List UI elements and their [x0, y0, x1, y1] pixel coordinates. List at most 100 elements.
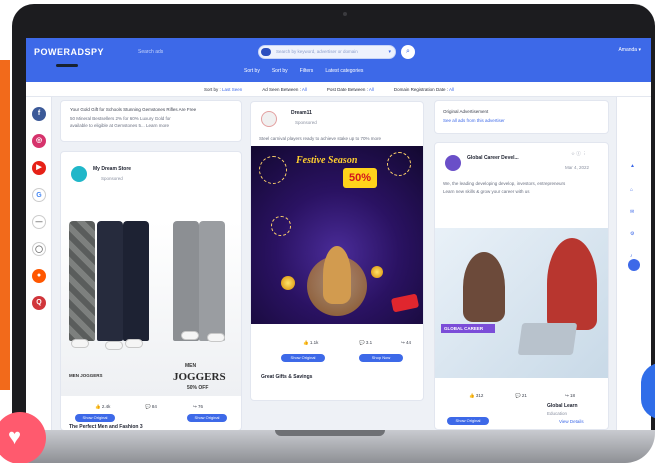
top-search-hint: Search ads — [138, 49, 164, 55]
ad-text: available to eligible at Gemstones 5... … — [70, 123, 170, 128]
promo-discount: 50% — [343, 168, 377, 188]
ad-title: Original Advertisement — [443, 109, 489, 114]
advertiser-avatar[interactable] — [71, 166, 87, 182]
stat-comments: 💬 3.1 — [359, 340, 373, 345]
youtube-icon[interactable]: ▶ — [32, 161, 46, 175]
ad-image-office[interactable]: GLOBAL CAREER — [435, 228, 608, 378]
show-original-button[interactable]: Show Original — [447, 417, 489, 425]
ad-card-game[interactable]: Dream11 Sponsored Steel carnival players… — [250, 101, 424, 401]
filter-ad-seen[interactable]: Ad Seen Between : All — [262, 87, 307, 92]
ad-card[interactable]: Original Advertisement See all ads from … — [434, 100, 609, 134]
banner-offer: 50% OFF — [187, 385, 209, 391]
laptop-image — [517, 323, 578, 355]
heart-icon: ♥ — [8, 424, 22, 449]
woman-figure — [463, 252, 505, 322]
ad-card-office[interactable]: Global Career Devel... Mar 4, 2022 ☆ ⓘ ⋮… — [434, 142, 609, 430]
ad-caption: Steel carnival players ready to achieve … — [259, 136, 382, 141]
stat-shares: ↪ 18 — [565, 393, 576, 398]
bookmark-icon[interactable]: ☆ ⓘ ⋮ — [571, 151, 587, 157]
search-icon[interactable]: ⌕ — [401, 45, 415, 59]
filter-domain-date[interactable]: Domain Registration Date : All — [394, 87, 454, 92]
ad-text: We, the leading developing develop, inve… — [443, 181, 566, 186]
character-figure — [323, 246, 351, 304]
ad-image-joggers[interactable]: MEN JOGGERS MEN JOGGERS 50% OFF — [61, 221, 241, 396]
man-figure — [547, 238, 597, 330]
sponsored-label: Sponsored — [101, 176, 123, 181]
settings-icon[interactable]: ⚙ — [630, 231, 634, 237]
top-menu-item[interactable]: Sort by — [272, 68, 288, 74]
reddit-icon[interactable]: ● — [32, 269, 46, 283]
account-menu[interactable]: Amanda ▾ — [618, 47, 641, 53]
instagram-icon[interactable]: ◎ — [32, 134, 46, 148]
advertiser-link[interactable]: See all ads from this advertiser — [443, 118, 505, 123]
ad-text: Learn new skills & grow your career with… — [443, 189, 530, 194]
google-icon[interactable]: G — [32, 188, 46, 202]
shoe — [125, 339, 143, 348]
decorative-orange-strip — [0, 60, 10, 390]
camo-joggers — [69, 221, 95, 341]
show-original-button[interactable]: Show Original — [281, 354, 325, 362]
firework — [271, 216, 291, 236]
filter-bar: Sort by : Last Seen Ad Seen Between : Al… — [26, 82, 651, 97]
stat-comments: 💬 21 — [515, 393, 527, 398]
footer-title: The Perfect Men and Fashion 3 — [69, 424, 143, 430]
top-menu-item[interactable]: Filters — [300, 68, 314, 74]
ad-card[interactable]: Your Gold Gift for Schools Stunning Gems… — [60, 100, 242, 142]
coin — [281, 276, 295, 290]
view-details-link[interactable]: View Details — [559, 419, 584, 424]
heart-badge: ♥ — [0, 412, 46, 463]
stat-likes: 👍 2.4k — [95, 404, 111, 409]
search-platform-chip[interactable] — [261, 48, 271, 56]
chat-icon[interactable]: ✉ — [630, 209, 634, 215]
search-placeholder: Search by keyword, advertiser or domain — [276, 49, 358, 54]
ad-card-joggers[interactable]: My Dream Store Sponsored MEN JOGGERS MEN… — [60, 151, 242, 430]
facebook-icon[interactable]: f — [32, 107, 46, 121]
top-menu: Sort by Sort by Filters Latest categorie… — [244, 68, 363, 74]
stat-likes: 👍 1.1k — [303, 340, 319, 345]
top-bar: POWERADSPY Search ads Search by keyword,… — [26, 38, 651, 82]
show-original-button[interactable]: Show Original — [187, 414, 227, 422]
logo-underline — [56, 64, 78, 67]
image-banner: GLOBAL CAREER — [441, 324, 495, 333]
stat-likes: 👍 312 — [469, 393, 484, 398]
top-menu-item[interactable]: Latest categories — [325, 68, 363, 74]
promo-title: Festive Season — [296, 155, 358, 166]
advertiser-name[interactable]: Global Career Devel... — [467, 155, 519, 161]
active-indicator[interactable] — [628, 259, 640, 271]
search-input[interactable]: Search by keyword, advertiser or domain … — [258, 45, 396, 59]
advertiser-avatar[interactable] — [261, 111, 277, 127]
navy-joggers — [97, 221, 123, 341]
top-menu-item[interactable]: Sort by — [244, 68, 260, 74]
brand-name: Global Learn — [547, 403, 578, 409]
chevron-down-icon[interactable]: ▾ — [388, 49, 391, 55]
native-icon[interactable]: — — [32, 215, 46, 229]
home-icon[interactable]: ⌂ — [630, 187, 633, 193]
sponsored-label: Sponsored — [295, 120, 317, 125]
stat-comments: 💬 84 — [145, 404, 157, 409]
advertiser-name[interactable]: Dream11 — [291, 110, 312, 116]
advertiser-avatar[interactable] — [445, 155, 461, 171]
quora-icon[interactable]: Q — [32, 296, 46, 310]
arrow-up-icon[interactable]: ▲ — [630, 163, 635, 169]
shop-now-button[interactable]: Shop Now — [359, 354, 403, 362]
camera — [343, 12, 347, 16]
banner-title: JOGGERS — [173, 371, 226, 383]
stat-shares: ↪ 76 — [193, 404, 204, 409]
ad-image-game[interactable]: Festive Season 50% — [251, 146, 423, 324]
shoe — [71, 339, 89, 348]
footer-title: Great Gifts & Savings — [261, 374, 313, 380]
app-screen: POWERADSPY Search ads Search by keyword,… — [26, 38, 651, 430]
filter-sort[interactable]: Sort by : Last Seen — [204, 87, 242, 92]
coin — [371, 266, 383, 278]
logo[interactable]: POWERADSPY — [34, 47, 104, 57]
stat-shares: ↪ 44 — [401, 340, 412, 345]
show-original-button[interactable]: Show Original — [75, 414, 115, 422]
promo-sign — [390, 293, 420, 313]
banner-left-text: MEN JOGGERS — [69, 373, 103, 378]
grey-joggers — [173, 221, 199, 341]
account-name: Amanda — [618, 47, 638, 53]
gdn-icon[interactable]: ◯ — [32, 242, 46, 256]
filter-post-date[interactable]: Post Date Between : All — [327, 87, 374, 92]
advertiser-name[interactable]: My Dream Store — [93, 166, 131, 172]
firework — [259, 156, 287, 184]
